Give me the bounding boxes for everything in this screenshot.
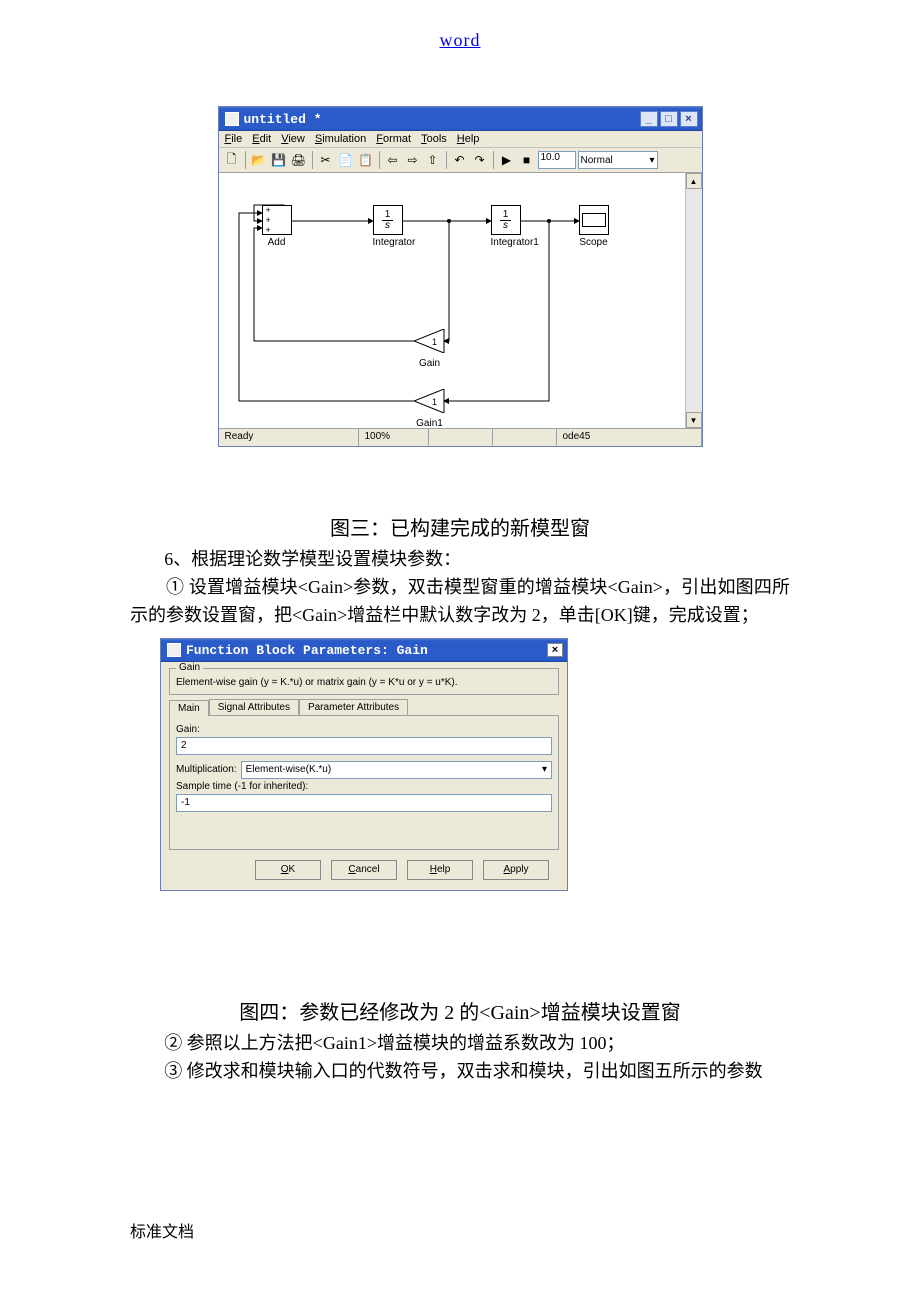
menu-simulation[interactable]: Simulation [315,133,366,145]
add-block-label: Add [262,237,292,248]
cancel-button[interactable]: Cancel [331,860,397,880]
toolbar: 🗋 📂 💾 🖨 ✂ 📄 📋 ⇦ ⇨ ⇧ ↶ ↷ ▶ ■ 10.0 Normal▾ [219,148,702,173]
integrator1-label: Integrator1 [491,237,539,248]
close-button[interactable]: × [680,111,698,127]
dialog-close-button[interactable]: × [547,643,563,657]
scope-label: Scope [579,237,609,248]
menu-view[interactable]: View [281,133,305,145]
play-icon[interactable]: ▶ [498,151,516,169]
help-button[interactable]: Help [407,860,473,880]
figure4-caption: 图四：参数已经修改为 2 的<Gain>增益模块设置窗 [130,996,790,1025]
gain-value: 1 [432,337,437,347]
tab-signal-attributes[interactable]: Signal Attributes [209,699,299,715]
gain1-label: Gain1 [414,418,446,429]
model-canvas[interactable]: +++ Add 1s Integrator 1s Integrator1 [219,173,686,428]
status-ready: Ready [219,429,359,446]
dialog-titlebar: Function Block Parameters: Gain × [161,639,567,662]
apply-button[interactable]: Apply [483,860,549,880]
menu-help[interactable]: Help [457,133,480,145]
multiplication-select[interactable]: Element-wise(K.*u)▾ [241,761,552,779]
vertical-scrollbar[interactable]: ▲ ▼ [686,173,702,428]
header-link: word [130,30,790,51]
tab-pane-main: Gain: 2 Multiplication: Element-wise(K.*… [169,715,559,850]
new-icon[interactable]: 🗋 [223,151,241,169]
print-icon[interactable]: 🖨 [290,151,308,169]
titlebar: untitled * _ □ × [219,107,702,131]
figure3-caption: 图三：已构建完成的新模型窗 [130,512,790,541]
stop-time-input[interactable]: 10.0 [538,151,576,169]
gain1-value: 1 [432,397,437,407]
window-title: untitled * [244,112,635,127]
maximize-button[interactable]: □ [660,111,678,127]
tab-main[interactable]: Main [169,700,209,716]
status-solver: ode45 [557,429,702,446]
stop-icon[interactable]: ■ [518,151,536,169]
dialog-icon [167,643,181,657]
multiplication-label: Multiplication: [176,764,237,775]
statusbar: Ready 100% ode45 [219,428,702,446]
gain-field-label: Gain: [176,724,552,735]
scroll-down-icon[interactable]: ▼ [686,412,702,428]
menu-format[interactable]: Format [376,133,411,145]
footer-text: 标准文档 [130,1218,194,1242]
sample-time-input[interactable]: -1 [176,794,552,812]
up-icon[interactable]: ⇧ [424,151,442,169]
menu-tools[interactable]: Tools [421,133,447,145]
back-icon[interactable]: ⇦ [384,151,402,169]
paragraph-circle3: ③ 修改求和模块输入口的代数符号，双击求和模块，引出如图五所示的参数 [130,1058,790,1086]
undo-icon[interactable]: ↶ [451,151,469,169]
gain-label: Gain [414,358,446,369]
menu-file[interactable]: File [225,133,243,145]
gain-dialog: Function Block Parameters: Gain × Gain E… [160,638,568,891]
gain-input[interactable]: 2 [176,737,552,755]
group-legend: Gain [176,662,203,673]
paste-icon[interactable]: 📋 [357,151,375,169]
mode-select[interactable]: Normal▾ [578,151,658,169]
simulink-icon [225,112,239,126]
paragraph-circle2: ② 参照以上方法把<Gain1>增益模块的增益系数改为 100； [130,1030,790,1058]
menubar: File Edit View Simulation Format Tools H… [219,131,702,148]
save-icon[interactable]: 💾 [270,151,288,169]
sample-time-label: Sample time (-1 for inherited): [176,781,552,792]
menu-edit[interactable]: Edit [252,133,271,145]
paragraph-circle1: ① 设置增益模块<Gain>参数，双击模型窗重的增益模块<Gain>，引出如图四… [130,574,790,630]
gain-description: Element-wise gain (y = K.*u) or matrix g… [176,677,552,688]
scroll-up-icon[interactable]: ▲ [686,173,702,189]
gain-group: Gain Element-wise gain (y = K.*u) or mat… [169,668,559,695]
paragraph-6: 6、根据理论数学模型设置模块参数： [130,546,790,574]
simulink-window: untitled * _ □ × File Edit View Simulati… [218,106,703,447]
redo-icon[interactable]: ↷ [471,151,489,169]
minimize-button[interactable]: _ [640,111,658,127]
status-zoom: 100% [359,429,429,446]
open-icon[interactable]: 📂 [250,151,268,169]
cut-icon[interactable]: ✂ [317,151,335,169]
tab-parameter-attributes[interactable]: Parameter Attributes [299,699,408,715]
forward-icon[interactable]: ⇨ [404,151,422,169]
copy-icon[interactable]: 📄 [337,151,355,169]
dialog-title: Function Block Parameters: Gain [186,643,542,658]
ok-button[interactable]: OK [255,860,321,880]
integrator-label: Integrator [373,237,416,248]
